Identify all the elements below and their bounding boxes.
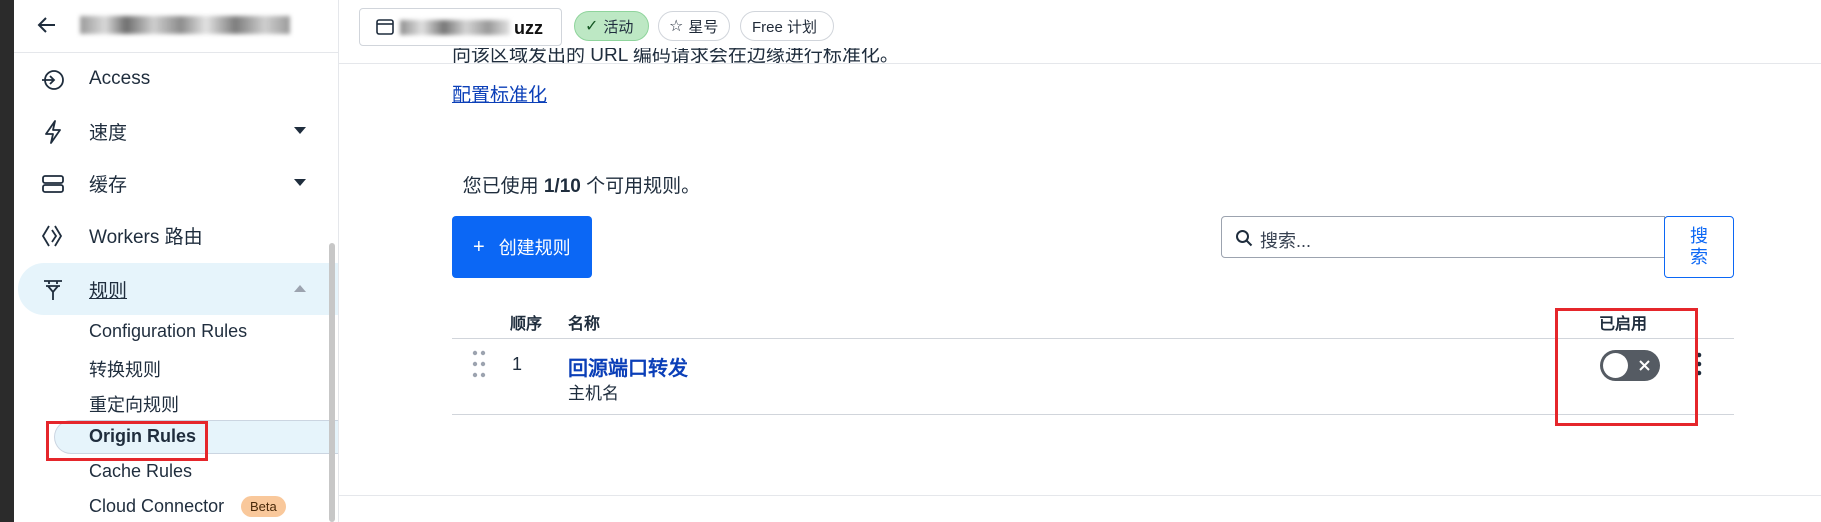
search-icon [1235,229,1253,247]
chevron-down-icon[interactable] [294,127,306,134]
rule-name-link[interactable]: 回源端口转发 [568,352,688,381]
table-row[interactable]: 1 回源端口转发 主机名 [452,339,1734,414]
sidebar-subitem-transform-rules[interactable]: 转换规则 [89,356,161,382]
column-header-name: 名称 [568,316,601,333]
sidebar-item-label: 规则 [89,280,128,302]
account-name-redacted [80,16,290,34]
window-edge [0,0,14,522]
drag-handle-icon[interactable] [472,350,486,378]
check-icon: ✓ [585,18,599,35]
chevron-up-icon[interactable] [294,285,306,292]
sidebar-item-access[interactable]: Access [14,57,324,101]
usage-prefix: 您已使用 [462,176,544,197]
rule-subtitle: 主机名 [568,384,619,403]
sidebar-item-label: Access [89,68,151,89]
sidebar-scrollbar[interactable] [329,243,335,522]
search-placeholder: 搜索... [1260,231,1312,251]
storage-icon [40,171,66,197]
rule-order: 1 [512,354,523,374]
star-icon: ☆ [669,18,684,35]
configure-normalization-link[interactable]: 配置标准化 [452,80,547,107]
highlight-origin-rules [46,421,208,461]
rules-funnel-icon [40,277,66,303]
sidebar-header [14,0,338,53]
normalization-description: 向该区域发出的 URL 编码请求会在边缘进行标准化。 [452,48,1072,64]
description-text: 向该区域发出的 URL 编码请求会在边缘进行标准化。 [452,48,899,64]
beta-badge: Beta [241,496,286,517]
highlight-enabled-column [1555,308,1698,426]
usage-count: 1/10 [543,176,581,197]
usage-text: 您已使用 1/10 个可用规则。 [452,149,701,198]
create-rule-label: 创建规则 [498,238,571,258]
search-button-label: 搜索 [1690,226,1708,267]
sidebar-item-label: Workers 路由 [89,226,203,248]
star-button[interactable]: ☆ 星号 [658,11,730,41]
create-rule-button[interactable]: + 创建规则 [452,216,592,278]
star-label: 星号 [688,18,719,36]
access-icon [40,67,66,93]
workers-icon [40,223,66,249]
zone-selector[interactable]: uzz [359,8,562,46]
lightning-icon [40,119,66,145]
column-header-order: 顺序 [510,316,543,333]
sidebar-subitem-configuration-rules[interactable]: Configuration Rules [89,321,247,342]
sidebar-item-speed[interactable]: 速度 [14,109,324,153]
sidebar-item-rules[interactable]: 规则 [14,267,324,311]
chevron-down-icon[interactable] [294,179,306,186]
footer-divider [339,495,1821,496]
sidebar-item-cache[interactable]: 缓存 [14,161,324,205]
zone-name-redacted [400,20,510,35]
zone-name-suffix: uzz [514,18,543,38]
sidebar-subitem-redirect-rules[interactable]: 重定向规则 [89,391,179,417]
sidebar-item-label: 缓存 [89,174,128,196]
plan-badge[interactable]: Free 计划 [740,11,834,41]
plan-label: Free 计划 [752,18,818,36]
search-input[interactable]: 搜索... [1221,216,1665,258]
sidebar-subitem-cloud-connector[interactable]: Cloud Connector [89,496,224,517]
status-badge-label: 活动 [603,18,634,36]
search-button[interactable]: 搜索 [1664,216,1734,278]
table-row-divider [452,414,1734,415]
usage-suffix: 个可用规则。 [580,176,701,197]
sidebar-item-workers-routes[interactable]: Workers 路由 [14,213,324,257]
status-badge: ✓ 活动 [574,11,649,41]
plus-icon: + [473,235,485,258]
browser-window-icon [376,19,394,35]
arrow-left-icon[interactable] [36,14,58,36]
sidebar-item-label: 速度 [89,122,128,144]
sidebar-subitem-cache-rules[interactable]: Cache Rules [89,461,192,482]
